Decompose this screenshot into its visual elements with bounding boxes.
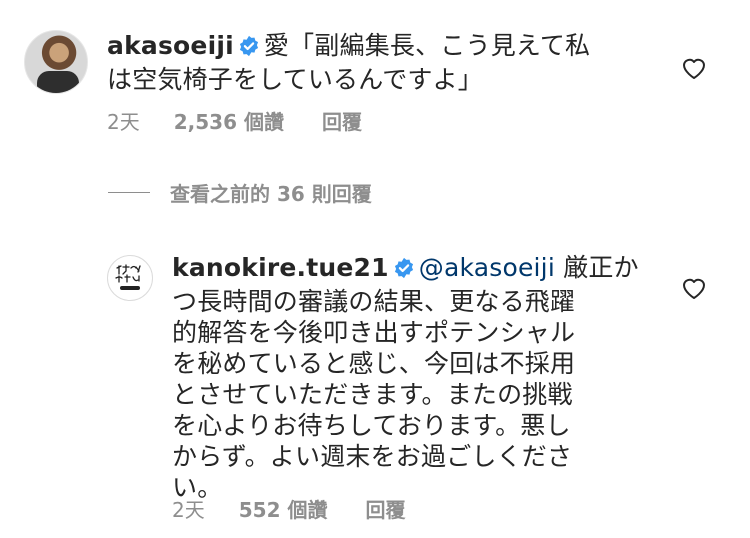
comment-1-text-line1: 愛「副編集長、こう見えて私 [263,31,591,60]
comment-2-likes[interactable]: 552 個讚 [239,498,328,522]
comment-2-meta: 2天 552 個讚 回覆 [172,494,405,523]
verified-badge-icon [238,33,260,64]
comment-2-text-line7: からず。よい週末をお過ごしくださ [172,442,573,471]
comment-2-time: 2天 [172,498,205,522]
comment-2-text-line6: を心よりお待ちしております。悪し [172,411,571,440]
heart-icon[interactable] [681,56,707,80]
comment-2-text-line5: とさせていただきます。またの挑戦 [172,380,573,409]
comment-1-body: akasoeiji 愛「副編集長、こう見えて私 は空気椅子をしているんですよ」 [107,30,667,95]
comment-1-time: 2天 [107,110,140,134]
comment-2-body: kanokire.tue21 @akasoeiji 厳正か つ長時間の審議の結果、… [172,252,642,503]
comment-1-reply-button[interactable]: 回覆 [322,110,362,134]
replies-divider-line [108,192,150,193]
view-previous-replies-button[interactable]: 查看之前的 36 則回覆 [108,178,372,207]
avatar-kanokire[interactable] [107,255,153,301]
comment-2-text-line4: を秘めていると感じ、今回は不採用 [172,349,576,378]
comment-1-text-line2: は空気椅子をしているんですよ」 [107,65,484,94]
comment-1-username[interactable]: akasoeiji [107,31,234,60]
view-replies-label: 查看之前的 36 則回覆 [170,182,372,206]
comment-2-text-line1: 厳正か [563,253,639,282]
comment-2-mention[interactable]: @akasoeiji [419,253,555,282]
heart-icon[interactable] [681,276,707,300]
comment-2-text-line2: つ長時間の審議の結果、更なる飛躍 [172,287,576,316]
avatar-akasoeiji[interactable] [24,30,88,94]
comment-2-reply-button[interactable]: 回覆 [365,498,405,522]
comment-2-username[interactable]: kanokire.tue21 [172,253,389,282]
comment-1-likes[interactable]: 2,536 個讚 [174,110,284,134]
verified-badge-icon [393,255,415,286]
comment-2-text-line3: 的解答を今後叩き出すポテンシャル [172,318,576,347]
avatar-photo-detail [37,71,79,93]
kanokire-logo [115,264,141,290]
comment-1-meta: 2天 2,536 個讚 回覆 [107,106,362,135]
